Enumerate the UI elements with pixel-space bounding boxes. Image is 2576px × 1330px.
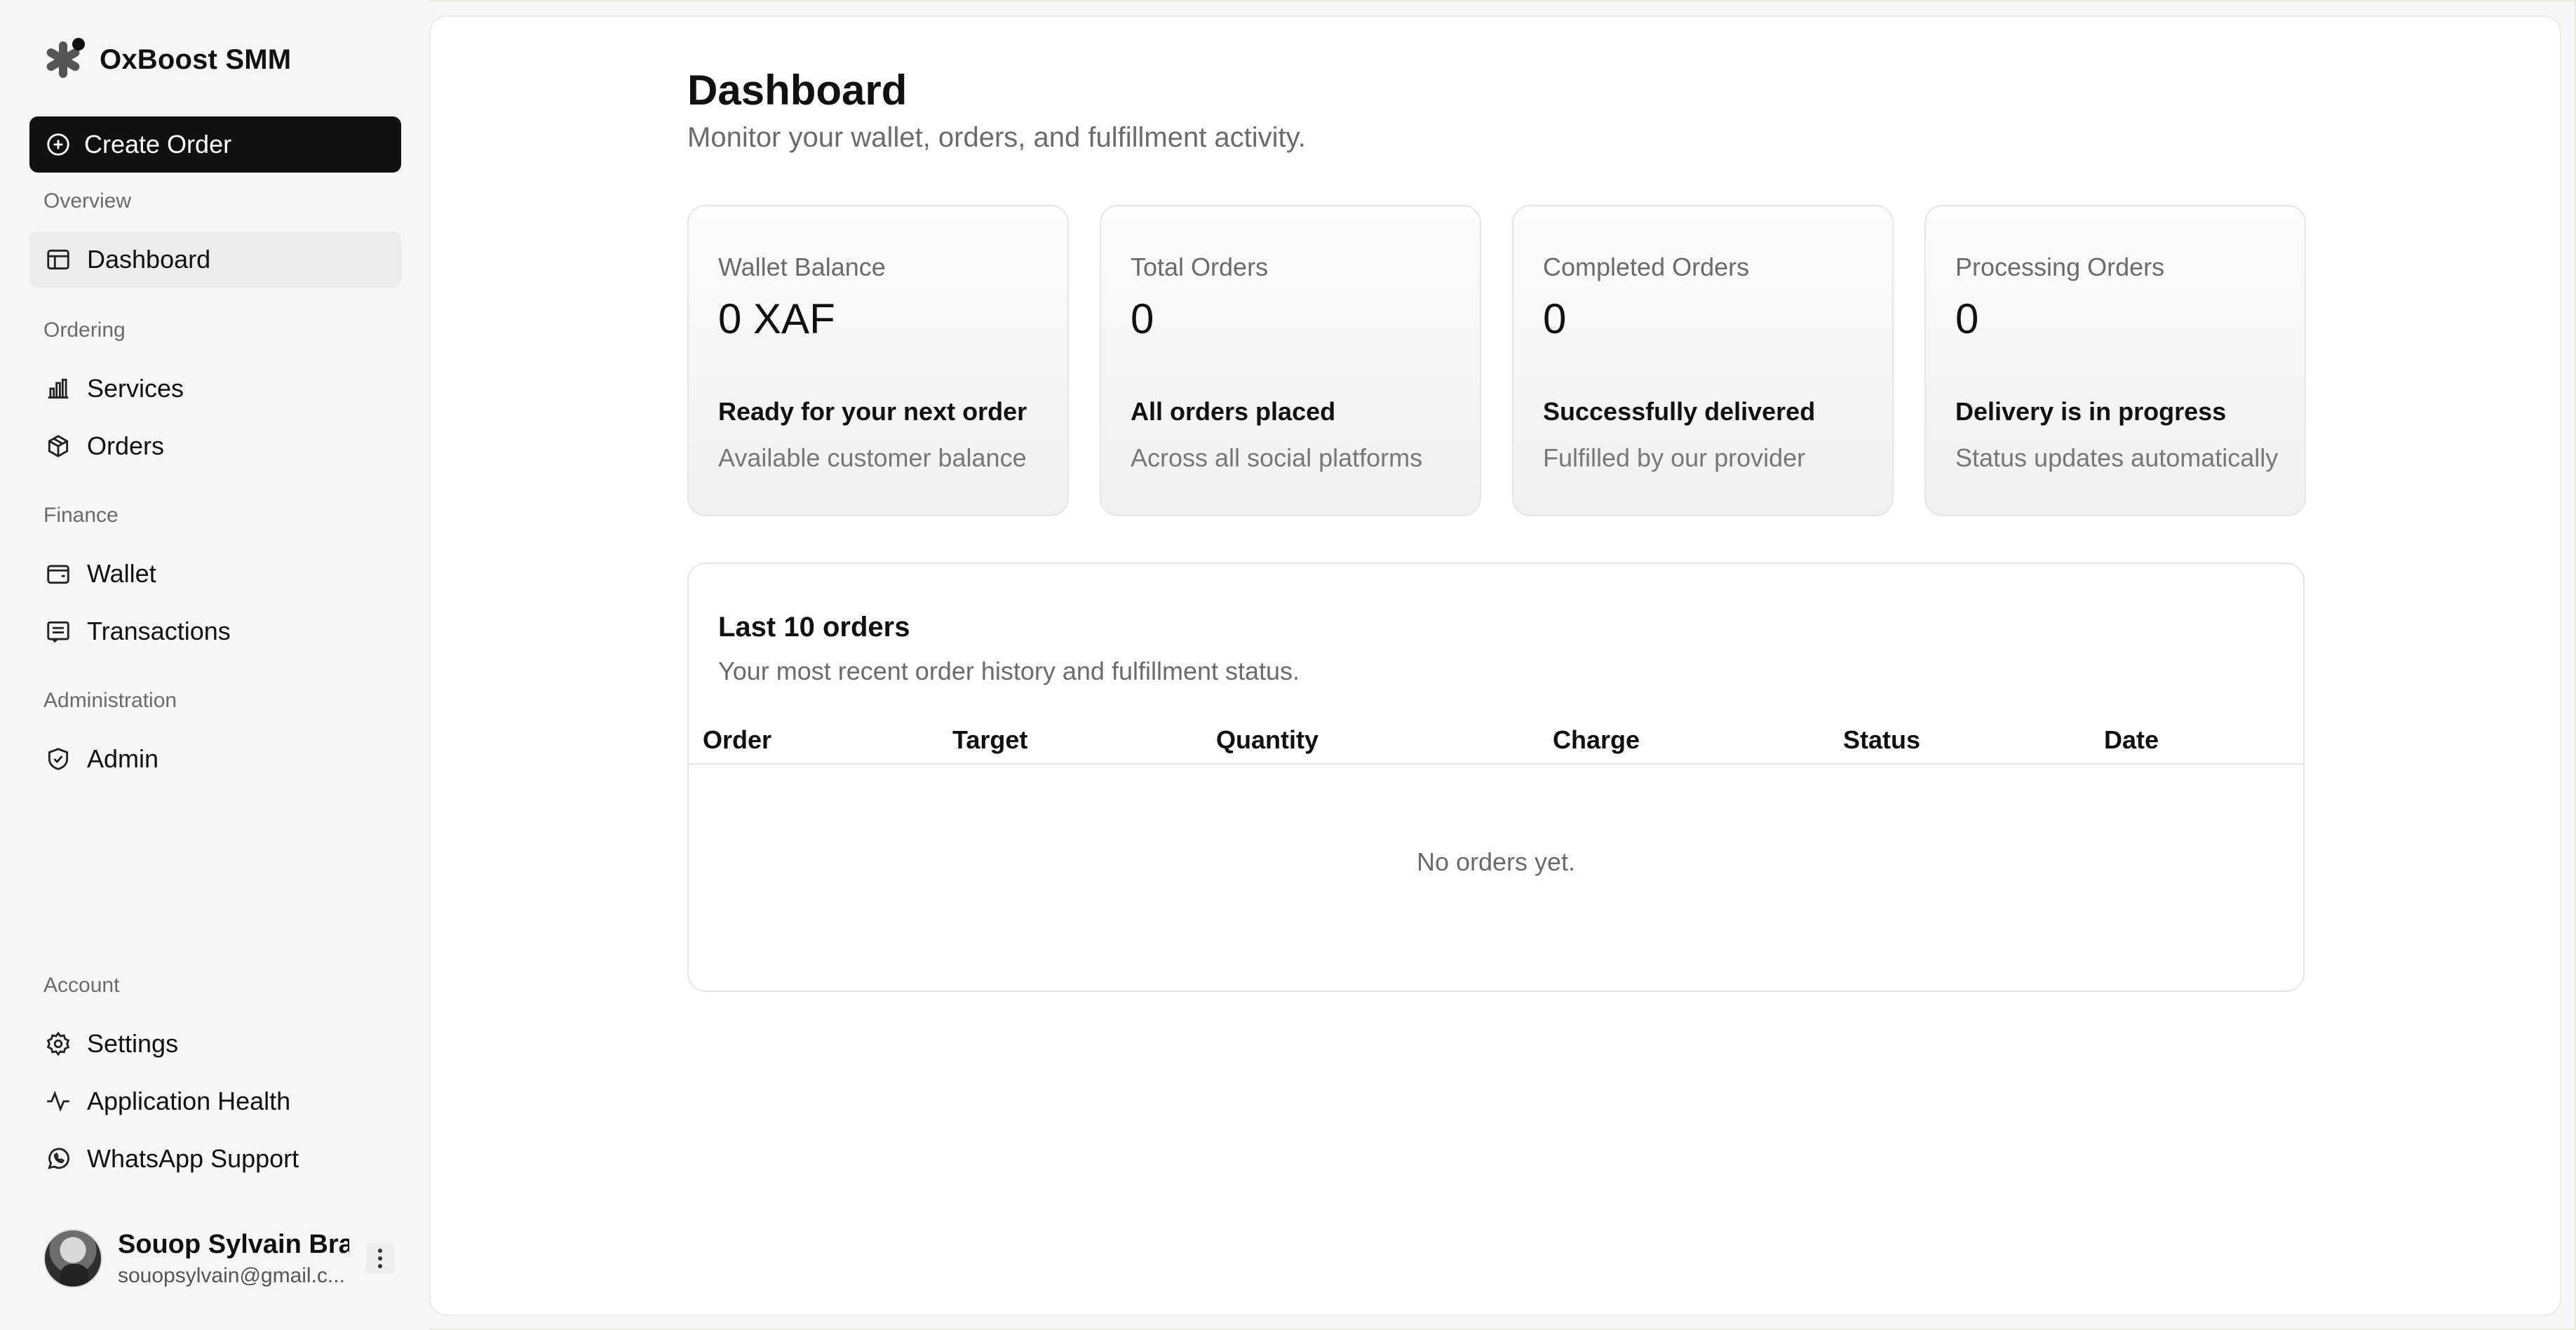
sidebar-item-application-health[interactable]: Application Health: [29, 1073, 401, 1129]
stat-value: 0: [1131, 295, 1154, 342]
more-vertical-icon[interactable]: [366, 1243, 394, 1274]
stat-description: Available customer balance: [718, 443, 1027, 472]
column-header-quantity: Quantity: [1216, 725, 1319, 754]
stat-value: 0 XAF: [718, 295, 835, 342]
orders-table-header: Order Target Quantity Charge Status Date: [689, 717, 2303, 765]
sidebar-item-label: Transactions: [87, 617, 231, 645]
sidebar-item-orders[interactable]: Orders: [29, 418, 401, 474]
user-profile[interactable]: Souop Sylvain Bra... souopsylvain@gmail.…: [43, 1229, 394, 1288]
sidebar-item-label: Application Health: [87, 1087, 291, 1115]
stat-headline: Delivery is in progress: [1955, 397, 2227, 426]
section-account: Account: [43, 974, 120, 997]
sidebar-item-transactions[interactable]: Transactions: [29, 603, 401, 659]
stat-card-processing-orders: Processing Orders 0 Delivery is in progr…: [1924, 205, 2306, 516]
section-ordering: Ordering: [43, 318, 126, 342]
recent-orders-subtitle: Your most recent order history and fulfi…: [718, 657, 1300, 685]
stat-label: Wallet Balance: [718, 253, 886, 281]
page-subtitle: Monitor your wallet, orders, and fulfill…: [687, 122, 1306, 153]
sidebar-item-whatsapp-support[interactable]: WhatsApp Support: [29, 1131, 401, 1187]
receipt-icon: [45, 618, 72, 645]
avatar: [43, 1229, 102, 1288]
user-name: Souop Sylvain Bra...: [118, 1229, 349, 1259]
sidebar-item-settings[interactable]: Settings: [29, 1016, 401, 1072]
sidebar-item-label: Wallet: [87, 559, 156, 588]
stat-headline: Ready for your next order: [718, 397, 1027, 426]
empty-state-message: No orders yet.: [1416, 847, 1576, 876]
section-administration: Administration: [43, 689, 177, 712]
shield-check-icon: [45, 746, 72, 772]
sidebar-item-admin[interactable]: Admin: [29, 731, 401, 787]
create-order-button[interactable]: Create Order: [29, 116, 401, 173]
user-text: Souop Sylvain Bra... souopsylvain@gmail.…: [118, 1230, 349, 1288]
layout-icon: [45, 246, 72, 273]
sidebar-item-label: Admin: [87, 744, 159, 773]
stat-value: 0: [1955, 295, 1979, 342]
page-title: Dashboard: [687, 67, 908, 114]
stat-value: 0: [1543, 295, 1567, 342]
stat-description: Status updates automatically: [1955, 443, 2279, 472]
wallet-icon: [45, 560, 72, 587]
stat-label: Processing Orders: [1955, 253, 2165, 281]
sidebar-item-label: WhatsApp Support: [87, 1144, 299, 1173]
activity-icon: [45, 1088, 72, 1115]
recent-orders-panel: Last 10 orders Your most recent order hi…: [687, 563, 2305, 992]
main-content: Dashboard Monitor your wallet, orders, a…: [429, 15, 2561, 1316]
sidebar-item-wallet[interactable]: Wallet: [29, 546, 401, 602]
column-header-date: Date: [2104, 725, 2159, 754]
column-header-status: Status: [1843, 725, 1921, 754]
section-finance: Finance: [43, 504, 119, 527]
sidebar-item-label: Settings: [87, 1029, 179, 1058]
stat-label: Total Orders: [1131, 253, 1269, 281]
sidebar-item-services[interactable]: Services: [29, 361, 401, 417]
create-order-label: Create Order: [84, 130, 232, 159]
stat-description: Across all social platforms: [1131, 443, 1423, 472]
plus-circle-icon: [45, 131, 72, 158]
column-header-charge: Charge: [1553, 725, 1640, 754]
sidebar: OxBoost SMM Create Order Overview Dashbo…: [0, 0, 429, 1330]
user-email: souopsylvain@gmail.c...: [118, 1263, 345, 1287]
stat-headline: All orders placed: [1131, 397, 1336, 426]
sidebar-item-label: Orders: [87, 431, 165, 460]
bar-chart-icon: [45, 375, 72, 402]
whatsapp-icon: [45, 1146, 72, 1172]
section-overview: Overview: [43, 189, 132, 213]
package-icon: [45, 433, 72, 459]
brand[interactable]: OxBoost SMM: [39, 35, 291, 84]
sidebar-item-label: Dashboard: [87, 245, 211, 274]
sidebar-item-dashboard[interactable]: Dashboard: [29, 231, 401, 288]
sidebar-item-label: Services: [87, 374, 184, 403]
asterisk-logo-icon: [39, 36, 87, 83]
brand-name: OxBoost SMM: [100, 43, 292, 75]
stat-description: Fulfilled by our provider: [1543, 443, 1806, 472]
stat-card-wallet-balance: Wallet Balance 0 XAF Ready for your next…: [687, 205, 1069, 516]
column-header-order: Order: [703, 725, 772, 754]
stat-label: Completed Orders: [1543, 253, 1750, 281]
stat-headline: Successfully delivered: [1543, 397, 1816, 426]
gear-icon: [45, 1030, 72, 1057]
column-header-target: Target: [952, 725, 1028, 754]
recent-orders-title: Last 10 orders: [718, 612, 910, 643]
stat-card-completed-orders: Completed Orders 0 Successfully delivere…: [1512, 205, 1894, 516]
stat-card-total-orders: Total Orders 0 All orders placed Across …: [1100, 205, 1481, 516]
